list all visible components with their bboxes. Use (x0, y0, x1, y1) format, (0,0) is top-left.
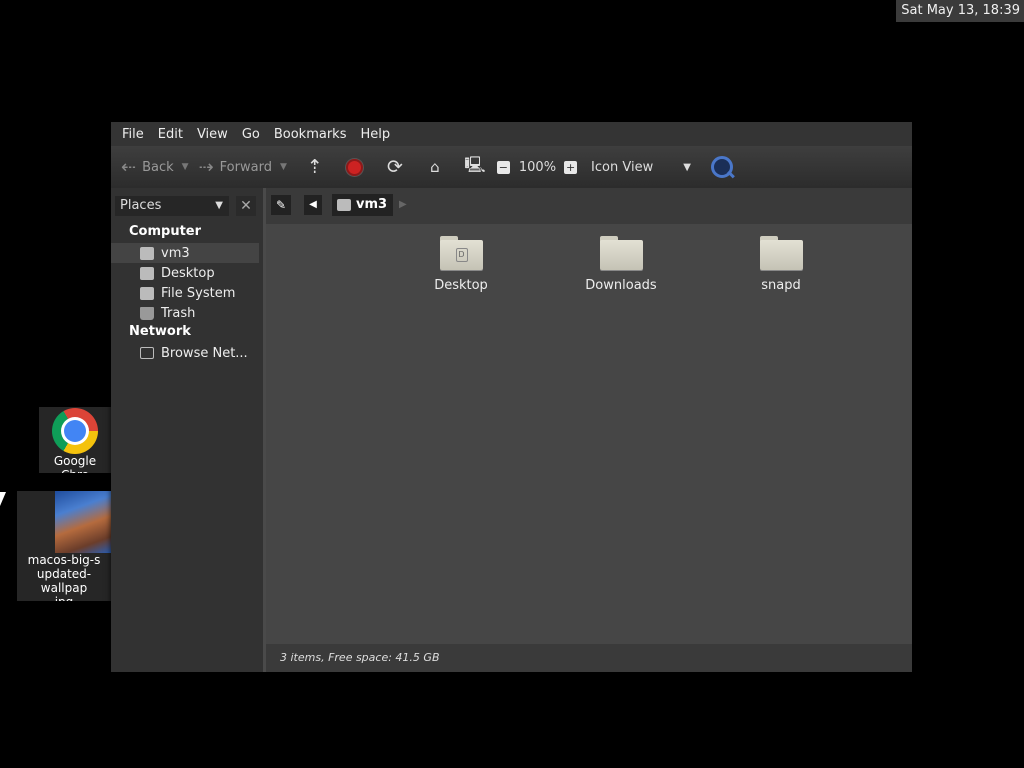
home-folder-icon: ⌂ (430, 158, 440, 176)
folder-icon (759, 236, 803, 270)
stop-icon (346, 158, 364, 176)
menu-edit[interactable]: Edit (151, 127, 190, 142)
desktop-icon-wallpaper-file[interactable]: macos-big-s updated-wallpap jpg (17, 491, 111, 601)
reload-button[interactable]: ⟳ (383, 155, 407, 179)
back-arrow-icon: ⇠ (121, 156, 137, 178)
image-thumbnail-icon (55, 491, 111, 553)
sidebar-item-label: Desktop (161, 265, 215, 281)
desktop-folder-icon: D (439, 236, 483, 270)
file-view[interactable]: D Desktop Downloads snapd (266, 224, 912, 644)
sidebar-item-file-system[interactable]: File System (111, 283, 259, 303)
zoom-out-button[interactable]: − (496, 160, 510, 174)
back-label: Back (142, 159, 174, 175)
file-item-snapd[interactable]: snapd (736, 236, 826, 293)
file-manager-window: File Edit View Go Bookmarks Help ⇠ Back … (111, 122, 912, 672)
drive-icon (140, 286, 154, 300)
toggle-location-entry-button[interactable]: ✎ (271, 195, 291, 215)
zoom-in-button[interactable]: + (564, 160, 578, 174)
sidebar-item-label: File System (161, 285, 236, 301)
menu-help[interactable]: Help (353, 127, 397, 142)
trash-icon (140, 306, 154, 320)
chevron-left-icon: ◀ (309, 199, 317, 210)
zoom-level[interactable]: 100% (519, 160, 556, 175)
chevron-right-icon[interactable]: ▶ (399, 195, 407, 215)
file-item-desktop[interactable]: D Desktop (416, 236, 506, 293)
menu-bookmarks[interactable]: Bookmarks (267, 127, 354, 142)
menu-file[interactable]: File (115, 127, 151, 142)
sidebar-item-label: vm3 (161, 245, 190, 261)
close-icon: ✕ (240, 198, 252, 214)
status-bar: 3 items, Free space: 41.5 GB (266, 644, 912, 672)
forward-arrow-icon: ⇢ (198, 156, 214, 178)
mouse-cursor-icon (0, 492, 6, 506)
desktop-folder-icon (140, 266, 154, 280)
reload-icon: ⟳ (386, 156, 403, 178)
view-mode-select[interactable]: Icon View ▼ (591, 160, 691, 175)
up-button[interactable]: ⇡ (303, 155, 327, 179)
desktop-icon-label: Google Chro (53, 454, 97, 473)
pencil-icon: ✎ (275, 198, 287, 212)
breadcrumb-scroll-left-button[interactable]: ◀ (304, 195, 322, 215)
sidebar-item-trash[interactable]: Trash (111, 303, 259, 323)
view-mode-label: Icon View (591, 159, 654, 175)
sidebar-section-network: Network (129, 324, 191, 339)
back-button[interactable]: ⇠ Back ▼ (121, 157, 189, 178)
folder-icon (599, 236, 643, 270)
sidebar-item-vm3[interactable]: vm3 (111, 243, 259, 263)
places-label: Places (120, 198, 162, 213)
menu-view[interactable]: View (190, 127, 235, 142)
clock[interactable]: Sat May 13, 18:39 (896, 0, 1024, 22)
computer-icon: 🖳 (464, 154, 486, 174)
breadcrumb-current[interactable]: vm3 (332, 194, 394, 216)
zoom-out-icon: − (498, 160, 508, 174)
computer-button[interactable]: 🖳 (463, 155, 487, 179)
menu-go[interactable]: Go (235, 127, 267, 142)
desktop-icon-label: macos-big-s updated-wallpap jpg (27, 553, 101, 601)
desktop-icon-google-chrome[interactable]: Google Chro (39, 407, 111, 473)
menubar: File Edit View Go Bookmarks Help (111, 122, 912, 146)
network-icon (140, 347, 154, 359)
sidebar: Places ▼ ✕ Computer vm3 Desktop File Sys… (111, 188, 263, 672)
chevron-down-icon: ▼ (215, 200, 223, 211)
sidebar-close-button[interactable]: ✕ (236, 196, 256, 216)
forward-button[interactable]: ⇢ Forward ▼ (199, 157, 287, 178)
search-icon[interactable] (710, 156, 733, 178)
sidebar-item-label: Browse Net... (161, 345, 248, 361)
sidebar-item-desktop[interactable]: Desktop (111, 263, 259, 283)
sidebar-item-label: Trash (161, 305, 196, 321)
chevron-down-icon: ▼ (683, 161, 691, 173)
home-folder-icon (140, 246, 154, 260)
file-item-label: Desktop (434, 278, 488, 293)
sidebar-section-computer: Computer (129, 224, 202, 239)
up-arrow-icon: ⇡ (306, 156, 323, 178)
file-item-label: Downloads (585, 278, 657, 293)
forward-label: Forward (219, 159, 272, 175)
forward-history-dropdown-icon[interactable]: ▼ (280, 162, 287, 172)
sidebar-places-select[interactable]: Places ▼ (115, 196, 229, 216)
toolbar: ⇠ Back ▼ ⇢ Forward ▼ ⇡ ⟳ ⌂ 🖳 − 100% + Ic… (111, 146, 912, 188)
sidebar-item-browse-network[interactable]: Browse Net... (111, 343, 259, 363)
file-item-label: snapd (761, 278, 801, 293)
location-bar: ✎ ◀ vm3 ▶ (266, 188, 912, 224)
file-item-downloads[interactable]: Downloads (576, 236, 666, 293)
chrome-logo-icon (52, 408, 98, 454)
home-button[interactable]: ⌂ (423, 155, 447, 179)
zoom-in-icon: + (565, 160, 576, 174)
stop-button[interactable] (343, 155, 367, 179)
back-history-dropdown-icon[interactable]: ▼ (182, 162, 189, 172)
